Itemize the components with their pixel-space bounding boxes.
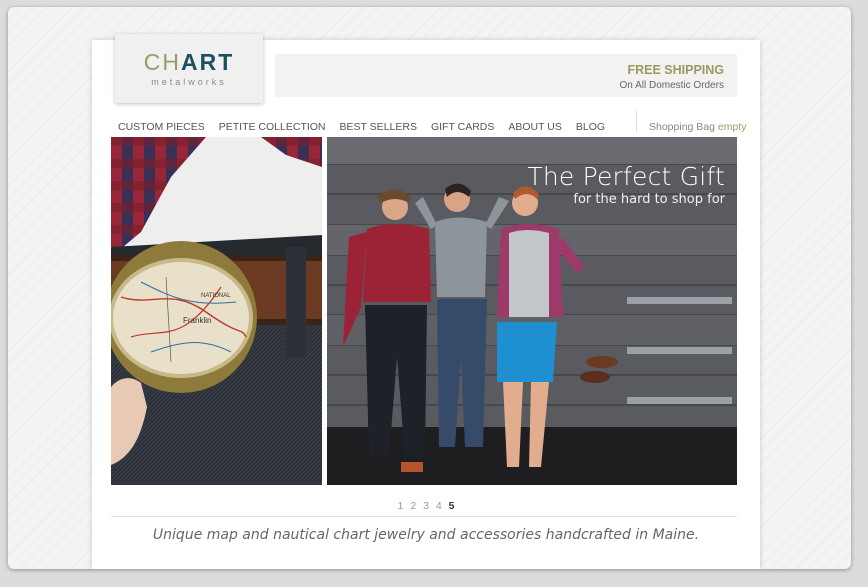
free-shipping-title: FREE SHIPPING [627,63,724,77]
slider-page-4[interactable]: 4 [436,500,442,512]
belt-buckle-illustration: Franklin NATIONAL [111,137,322,485]
logo-part-ch: CH [143,49,181,75]
tagline: Unique map and nautical chart jewelry an… [152,527,700,543]
nav-divider [636,110,637,132]
map-region-label: NATIONAL [201,293,231,299]
shopping-bag-label: Shopping Bag [649,121,715,133]
nav-custom-pieces[interactable]: CUSTOM PIECES [118,121,205,137]
slide-subtitle: for the hard to shop for [573,192,725,207]
nav-about-us[interactable]: ABOUT US [508,121,561,137]
shopping-bag-link[interactable]: Shopping Bag empty [649,121,747,133]
page-container: CHART metalworks FREE SHIPPING On All Do… [92,34,760,569]
hero-slide-photo[interactable]: The Perfect Gift for the hard to shop fo… [327,137,737,485]
nav-best-sellers[interactable]: BEST SELLERS [340,121,417,137]
logo-wordmark: CHART [115,49,263,76]
shopping-bag-status: empty [717,121,747,133]
slider-page-3[interactable]: 3 [423,500,429,512]
nav-blog[interactable]: BLOG [576,121,605,137]
map-city-label: Franklin [183,316,211,325]
slider-page-5-active[interactable]: 5 [449,500,455,512]
slider-pagination: 1 2 3 4 5 [92,500,760,512]
browser-window: CHART metalworks FREE SHIPPING On All Do… [8,7,851,569]
slide-title: The Perfect Gift [527,162,725,191]
belt-buckle-photo[interactable]: Franklin NATIONAL [111,137,322,485]
logo-subtitle: metalworks [151,77,227,87]
free-shipping-banner: FREE SHIPPING On All Domestic Orders [275,54,737,97]
slider-page-1[interactable]: 1 [398,500,404,512]
free-shipping-subtitle: On All Domestic Orders [619,80,724,91]
main-nav: CUSTOM PIECES PETITE COLLECTION BEST SEL… [118,121,605,137]
nav-gift-cards[interactable]: GIFT CARDS [431,121,494,137]
logo-part-art: ART [180,49,235,75]
slider-page-2[interactable]: 2 [410,500,416,512]
nav-petite-collection[interactable]: PETITE COLLECTION [219,121,326,137]
logo[interactable]: CHART metalworks [115,34,263,103]
divider [111,516,737,517]
